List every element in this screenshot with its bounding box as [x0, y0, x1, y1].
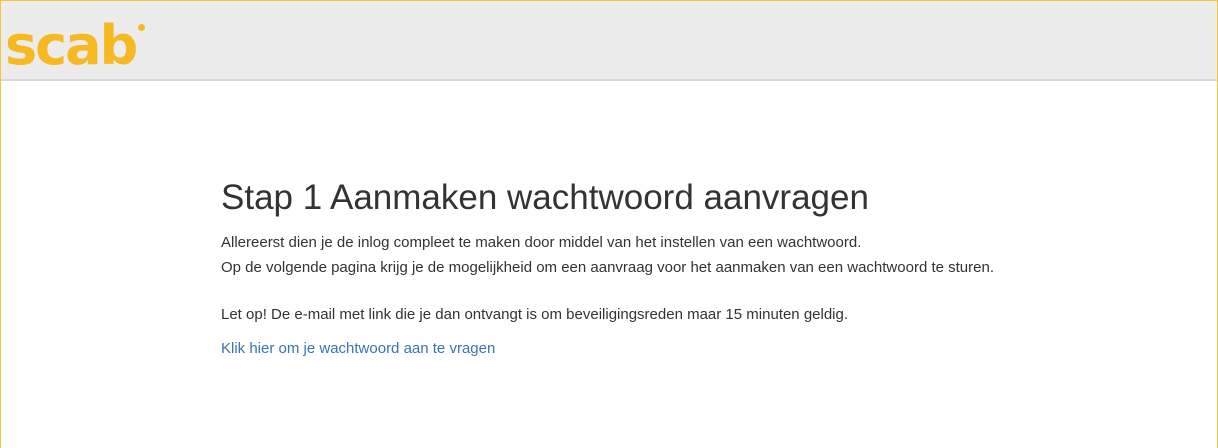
- intro-line-2: Op de volgende pagina krijg je de mogeli…: [221, 259, 994, 276]
- logo-dot: [138, 24, 146, 31]
- intro-line-1: Allereerst dien je de inlog compleet te …: [221, 234, 862, 251]
- page-frame: scab Stap 1 Aanmaken wachtwoord aanvrage…: [0, 0, 1218, 448]
- warning-note: Let op! De e-mail met link die je dan on…: [221, 306, 849, 323]
- main-content: Stap 1 Aanmaken wachtwoord aanvragen All…: [221, 176, 1211, 360]
- logo: scab: [5, 13, 146, 77]
- page-title: Stap 1 Aanmaken wachtwoord aanvragen: [221, 178, 869, 217]
- header-bar: scab: [1, 1, 1217, 81]
- request-password-link[interactable]: Klik hier om je wachtwoord aan te vragen: [221, 338, 495, 360]
- intro-text: Allereerst dien je de inlog compleet te …: [221, 230, 1211, 280]
- logo-text: scab: [5, 14, 138, 77]
